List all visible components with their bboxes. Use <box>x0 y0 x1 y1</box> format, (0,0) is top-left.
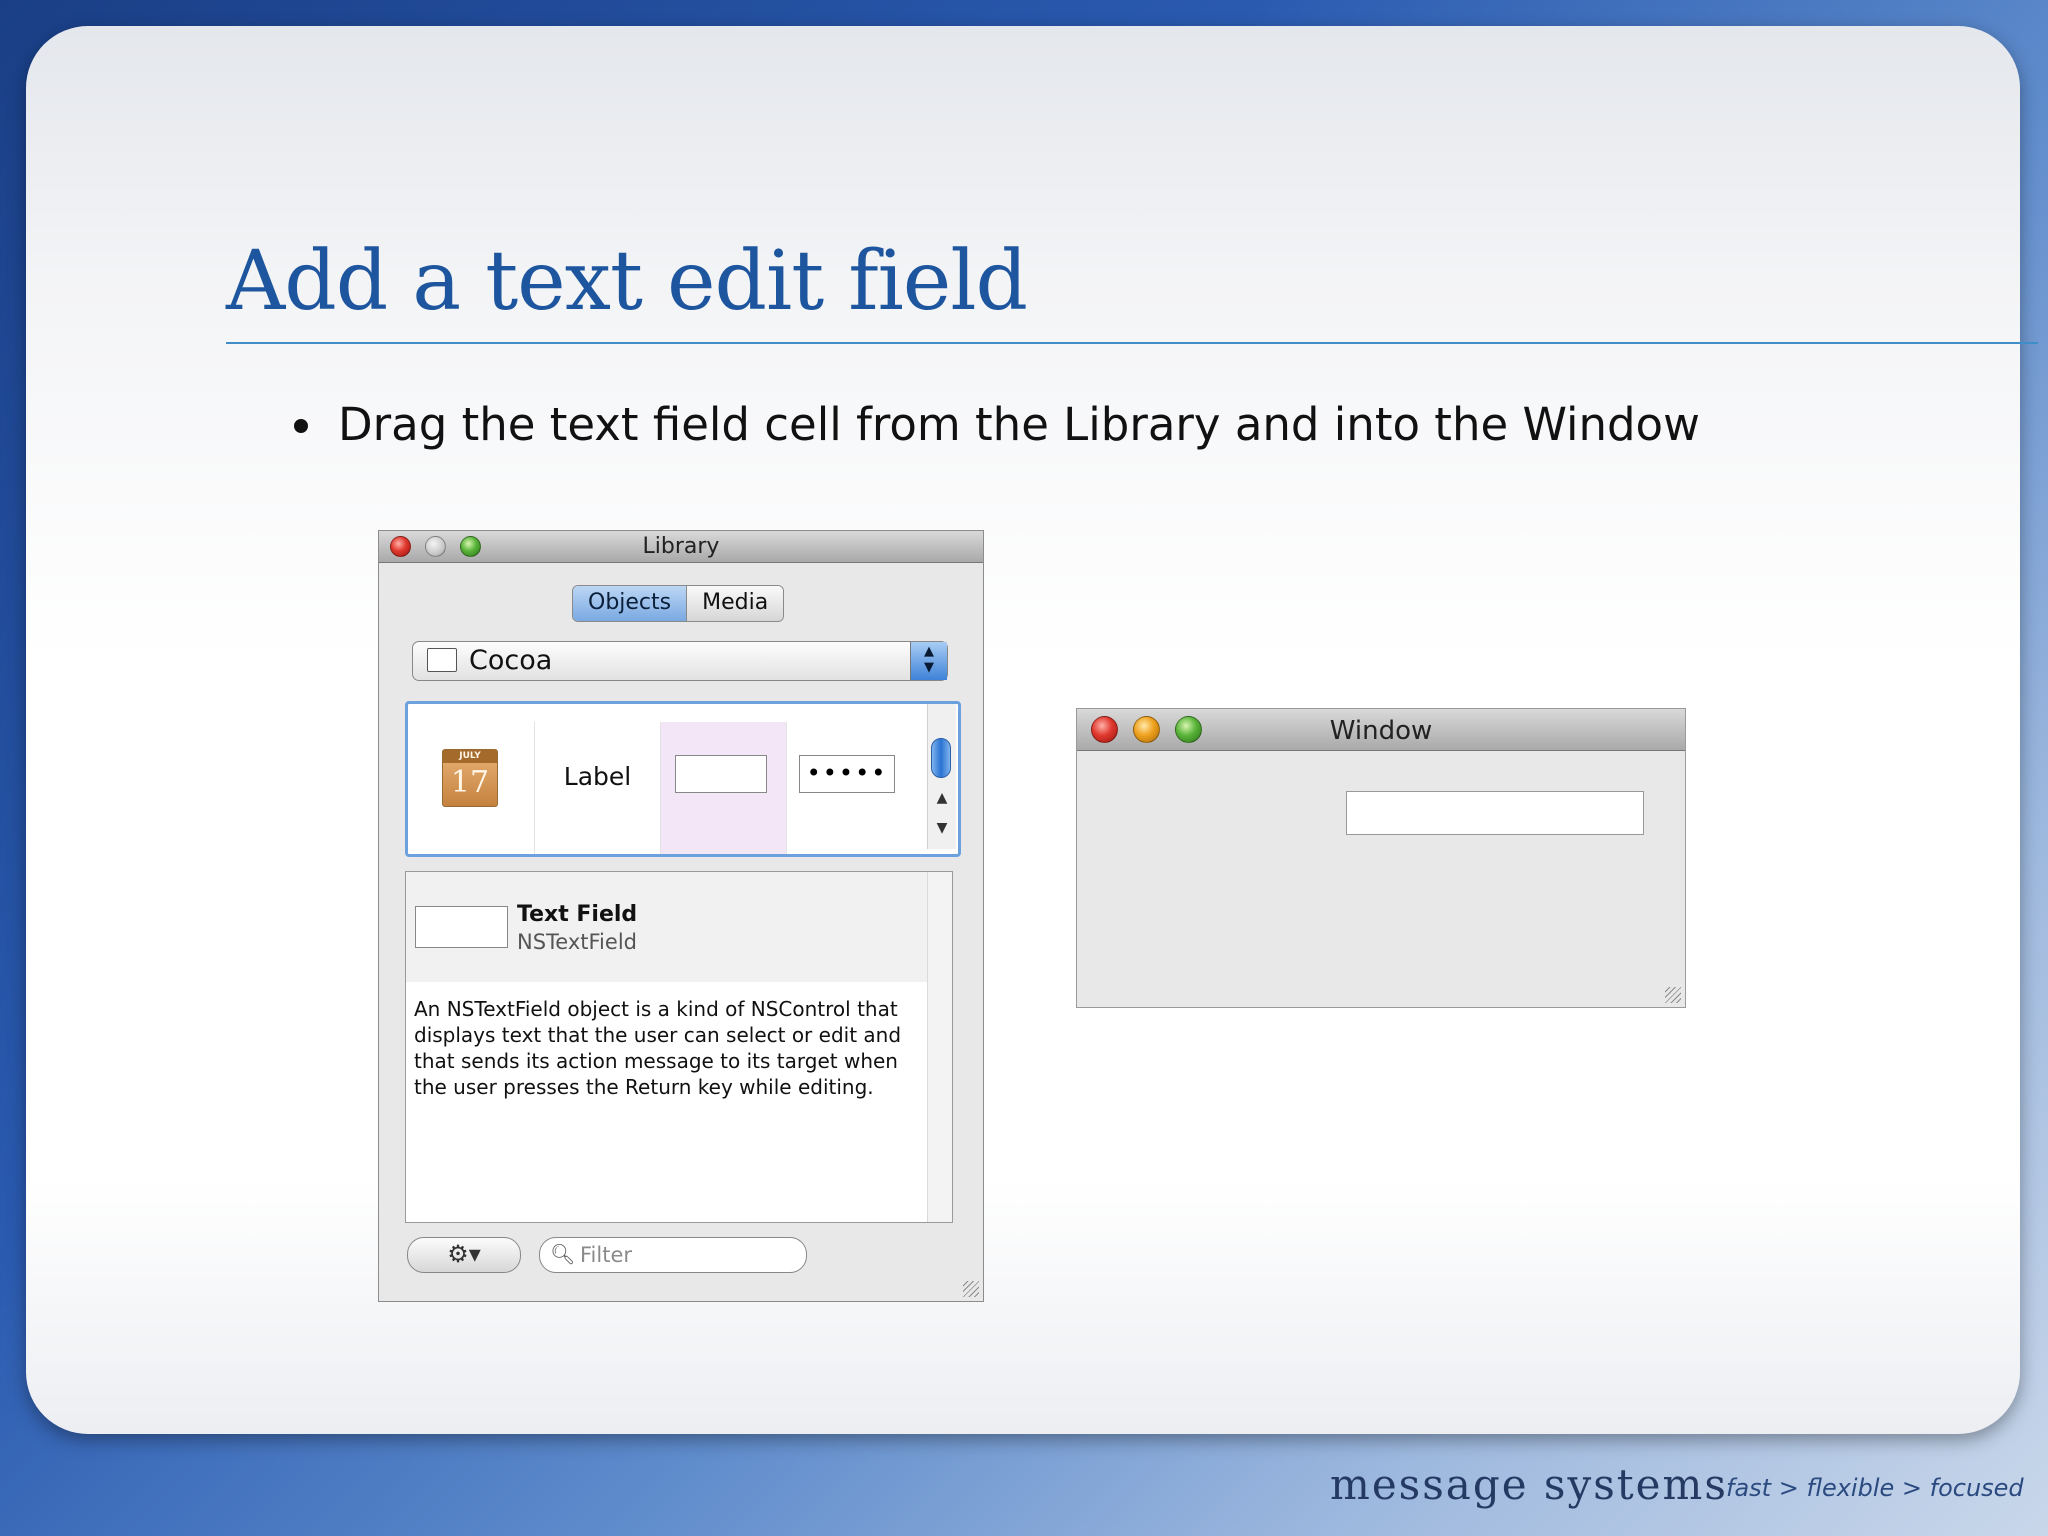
window-titlebar[interactable]: Window <box>1077 709 1685 751</box>
group-popup[interactable]: Cocoa ▲ ▼ <box>412 641 948 681</box>
scroll-thumb[interactable] <box>931 738 951 778</box>
library-title: Library <box>642 534 720 559</box>
tab-media[interactable]: Media <box>687 586 784 621</box>
library-window: Library Objects Media Cocoa ▲ ▼ JULY 17 L… <box>378 530 984 1302</box>
slide: Add a text edit field Drag the text fiel… <box>26 26 2038 1434</box>
text-field-thumbnail <box>415 906 508 948</box>
group-popup-value: Cocoa <box>469 645 553 676</box>
object-grid: JULY 17 Label ••••• ▲ ▼ <box>405 701 961 857</box>
grid-item-text-field[interactable] <box>660 722 786 854</box>
bullet-marker <box>294 419 308 433</box>
detail-pane: Text Field NSTextField An NSTextField ob… <box>405 871 953 1223</box>
chevron-updown-icon: ▲ ▼ <box>910 642 947 680</box>
calendar-month: JULY <box>443 750 497 763</box>
company-logo: message systems <box>1330 1460 1728 1509</box>
resize-grip[interactable] <box>963 1281 979 1297</box>
grid-scrollbar[interactable]: ▲ ▼ <box>927 704 956 849</box>
library-tabs: Objects Media <box>572 585 785 622</box>
tab-objects[interactable]: Objects <box>573 586 688 621</box>
library-titlebar[interactable]: Library <box>379 531 983 563</box>
detail-header: Text Field NSTextField <box>406 872 928 982</box>
scroll-down-icon[interactable]: ▼ <box>932 820 952 836</box>
action-menu-button[interactable]: ⚙▾ <box>407 1237 521 1273</box>
detail-name: Text Field <box>517 902 638 927</box>
label-sample: Label <box>563 762 632 791</box>
grid-item-label[interactable]: Label <box>534 722 660 854</box>
secure-field-sample: ••••• <box>799 755 895 793</box>
folder-icon <box>427 648 457 672</box>
text-field-sample <box>675 755 767 793</box>
calendar-icon: JULY 17 <box>442 749 498 807</box>
detail-class: NSTextField <box>517 930 637 954</box>
scroll-up-icon[interactable]: ▲ <box>932 790 952 806</box>
grid-item-secure-text-field[interactable]: ••••• <box>786 722 912 854</box>
gear-icon: ⚙▾ <box>447 1240 481 1268</box>
filter-input[interactable] <box>578 1240 792 1270</box>
detail-scrollbar[interactable] <box>927 872 952 1222</box>
bullet-text: Drag the text field cell from the Librar… <box>338 398 1700 451</box>
title-divider <box>226 342 2038 344</box>
tagline: fast > flexible > focused <box>1726 1474 2024 1502</box>
resize-grip[interactable] <box>1665 987 1681 1003</box>
slide-title: Add a text edit field <box>226 234 1028 329</box>
detail-description: An NSTextField object is a kind of NSCon… <box>414 997 902 1099</box>
filter-field[interactable]: 🔍︎ <box>539 1237 807 1273</box>
target-window: Window <box>1076 708 1686 1008</box>
window-text-field[interactable] <box>1346 791 1644 835</box>
calendar-day: 17 <box>450 765 490 800</box>
search-icon: 🔍︎ <box>550 1242 576 1266</box>
grid-item-date-picker[interactable]: JULY 17 <box>408 722 533 854</box>
window-title: Window <box>1329 716 1433 746</box>
